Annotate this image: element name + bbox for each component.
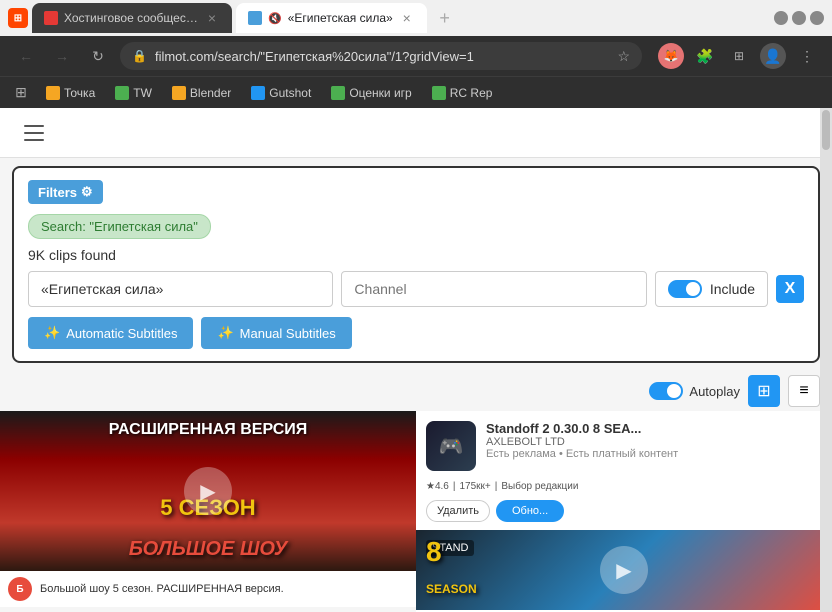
bookmark-gutshot-label: Gutshot xyxy=(269,86,311,100)
manual-subtitles-icon: ✨ xyxy=(217,325,233,341)
bookmark-rc-rep[interactable]: RC Rep xyxy=(424,82,501,104)
app-name: Standoff 2 0.30.0 8 SEA... xyxy=(486,421,822,436)
tab-2-mute-icon[interactable]: 🔇 xyxy=(268,12,282,25)
browser-window: ⊞ Хостинговое сообщество «Ti... × 🔇 «Еги… xyxy=(0,0,832,108)
close-button[interactable] xyxy=(810,11,824,25)
bookmark-ratings[interactable]: Оценки игр xyxy=(323,82,419,104)
app-desc: Есть реклама • Есть платный контент xyxy=(486,448,822,460)
tab-1-close-icon[interactable]: × xyxy=(204,10,220,26)
star-icon[interactable]: ☆ xyxy=(617,48,630,65)
app-dev: AXLEBOLT LTD xyxy=(486,436,822,448)
video-thumb-1: РАСШИРЕННАЯ ВЕРСИЯ 5 СЕЗОН БОЛЬШОЕ ШОУ ▶ xyxy=(0,411,416,571)
forward-button[interactable]: → xyxy=(48,42,76,70)
address-icons: ☆ xyxy=(617,48,630,65)
tab-2-close-icon[interactable]: × xyxy=(399,10,415,26)
include-toggle-container: Include xyxy=(655,271,768,307)
extensions-manage-icon[interactable]: ⊞ xyxy=(726,43,752,69)
site-header xyxy=(0,108,832,158)
video-1-title: Большой шоу 5 сезон. РАСШИРЕННАЯ версия. xyxy=(40,583,284,595)
app-delete-button[interactable]: Удалить xyxy=(426,500,490,522)
video-1-info: Б Большой шоу 5 сезон. РАСШИРЕННАЯ верси… xyxy=(0,571,416,607)
menu-icon[interactable]: ⋮ xyxy=(794,43,820,69)
clips-count: 9K clips found xyxy=(28,247,804,263)
hamburger-menu-button[interactable] xyxy=(16,115,52,151)
browser-logo-icon: ⊞ xyxy=(8,8,28,28)
autoplay-row: Autoplay ⊞ ≡ xyxy=(0,371,832,411)
profile-icon[interactable]: 🦊 xyxy=(658,43,684,69)
filter-panel: Filters ⚙ Search: "Египетская сила" 9K c… xyxy=(12,166,820,363)
bookmark-rc-rep-label: RC Rep xyxy=(450,86,493,100)
app-update-button[interactable]: Обно... xyxy=(496,500,564,522)
bookmark-ratings-label: Оценки игр xyxy=(349,86,411,100)
scrollbar-thumb[interactable] xyxy=(822,110,830,150)
tab-1[interactable]: Хостинговое сообщество «Ti... × xyxy=(32,3,232,33)
refresh-button[interactable]: ↻ xyxy=(84,42,112,70)
filters-label-text: Filters xyxy=(38,185,77,200)
scrollbar[interactable] xyxy=(820,108,832,612)
autoplay-label: Autoplay xyxy=(689,384,740,399)
new-tab-button[interactable]: + xyxy=(431,4,459,32)
search-tag: Search: "Египетская сила" xyxy=(28,214,211,239)
tab-1-favicon xyxy=(44,11,58,25)
grid-view-button[interactable]: ⊞ xyxy=(748,375,780,407)
search-row: Include X xyxy=(28,271,804,307)
apps-grid-icon[interactable]: ⊞ xyxy=(8,80,34,106)
video-card-1[interactable]: РАСШИРЕННАЯ ВЕРСИЯ 5 СЕЗОН БОЛЬШОЕ ШОУ ▶… xyxy=(0,411,416,612)
subtitle-buttons-row: ✨ Automatic Subtitles ✨ Manual Subtitles xyxy=(28,317,804,349)
bookmark-tochka-label: Точка xyxy=(64,86,95,100)
automatic-subtitles-icon: ✨ xyxy=(44,325,60,341)
extension-icon[interactable]: 🧩 xyxy=(692,43,718,69)
clear-filter-button[interactable]: X xyxy=(776,275,804,303)
autoplay-toggle[interactable]: Autoplay xyxy=(649,382,740,400)
grid-view-icon: ⊞ xyxy=(757,381,770,401)
video-grid: РАСШИРЕННАЯ ВЕРСИЯ 5 СЕЗОН БОЛЬШОЕ ШОУ ▶… xyxy=(0,411,832,612)
include-toggle-switch[interactable] xyxy=(668,280,702,298)
video-2-thumb: STAND 8SEASON ▶ xyxy=(416,530,832,610)
tab-2[interactable]: 🔇 «Египетская сила» × xyxy=(236,3,427,33)
channel-input[interactable] xyxy=(341,271,646,307)
page-content: Filters ⚙ Search: "Египетская сила" 9K c… xyxy=(0,108,832,612)
minimize-button[interactable] xyxy=(774,11,788,25)
automatic-subtitles-button[interactable]: ✨ Automatic Subtitles xyxy=(28,317,193,349)
bookmark-gutshot[interactable]: Gutshot xyxy=(243,82,319,104)
app-info: Standoff 2 0.30.0 8 SEA... AXLEBOLT LTD … xyxy=(486,421,822,460)
app-card-header: 🎮 Standoff 2 0.30.0 8 SEA... AXLEBOLT LT… xyxy=(416,411,832,481)
address-text: filmot.com/search/"Египетская%20сила"/1?… xyxy=(155,49,609,64)
account-icon[interactable]: 👤 xyxy=(760,43,786,69)
list-view-button[interactable]: ≡ xyxy=(788,375,820,407)
app-buttons-row: Удалить Обно... xyxy=(416,500,832,530)
tab-bar: ⊞ Хостинговое сообщество «Ti... × 🔇 «Еги… xyxy=(0,0,832,36)
list-view-icon: ≡ xyxy=(799,382,808,400)
lock-icon: 🔒 xyxy=(132,49,147,63)
bookmark-tw[interactable]: TW xyxy=(107,82,160,104)
address-bar[interactable]: 🔒 filmot.com/search/"Египетская%20сила"/… xyxy=(120,42,642,70)
search-input[interactable] xyxy=(28,271,333,307)
automatic-subtitles-label: Automatic Subtitles xyxy=(66,326,177,341)
bookmark-tw-label: TW xyxy=(133,86,152,100)
bookmark-blender-label: Blender xyxy=(190,86,231,100)
maximize-button[interactable] xyxy=(792,11,806,25)
bookmarks-bar: ⊞ Точка TW Blender Gutshot Оценки игр RC… xyxy=(0,76,832,108)
filters-header: Filters ⚙ xyxy=(28,180,804,204)
app-icon: 🎮 xyxy=(426,421,476,471)
video-card-2[interactable]: 🎮 Standoff 2 0.30.0 8 SEA... AXLEBOLT LT… xyxy=(416,411,832,612)
app-action-buttons: ★4.6 | 175кк+ | Выбор редакции xyxy=(416,481,832,500)
filters-button[interactable]: Filters ⚙ xyxy=(28,180,103,204)
bookmark-tochka[interactable]: Точка xyxy=(38,82,103,104)
filters-settings-icon: ⚙ xyxy=(81,184,93,200)
navigation-bar: ← → ↻ 🔒 filmot.com/search/"Египетская%20… xyxy=(0,36,832,76)
video-2-play-button[interactable]: ▶ xyxy=(600,546,648,594)
video-1-play-button[interactable]: ▶ xyxy=(184,467,232,515)
autoplay-toggle-switch[interactable] xyxy=(649,382,683,400)
video-1-channel-icon: Б xyxy=(8,577,32,601)
manual-subtitles-button[interactable]: ✨ Manual Subtitles xyxy=(201,317,351,349)
bookmark-blender[interactable]: Blender xyxy=(164,82,239,104)
manual-subtitles-label: Manual Subtitles xyxy=(240,326,336,341)
tab-2-title: «Египетская сила» xyxy=(288,11,393,25)
tab-1-title: Хостинговое сообщество «Ti... xyxy=(64,11,198,25)
tab-2-favicon xyxy=(248,11,262,25)
include-label: Include xyxy=(710,281,755,297)
back-button[interactable]: ← xyxy=(12,42,40,70)
